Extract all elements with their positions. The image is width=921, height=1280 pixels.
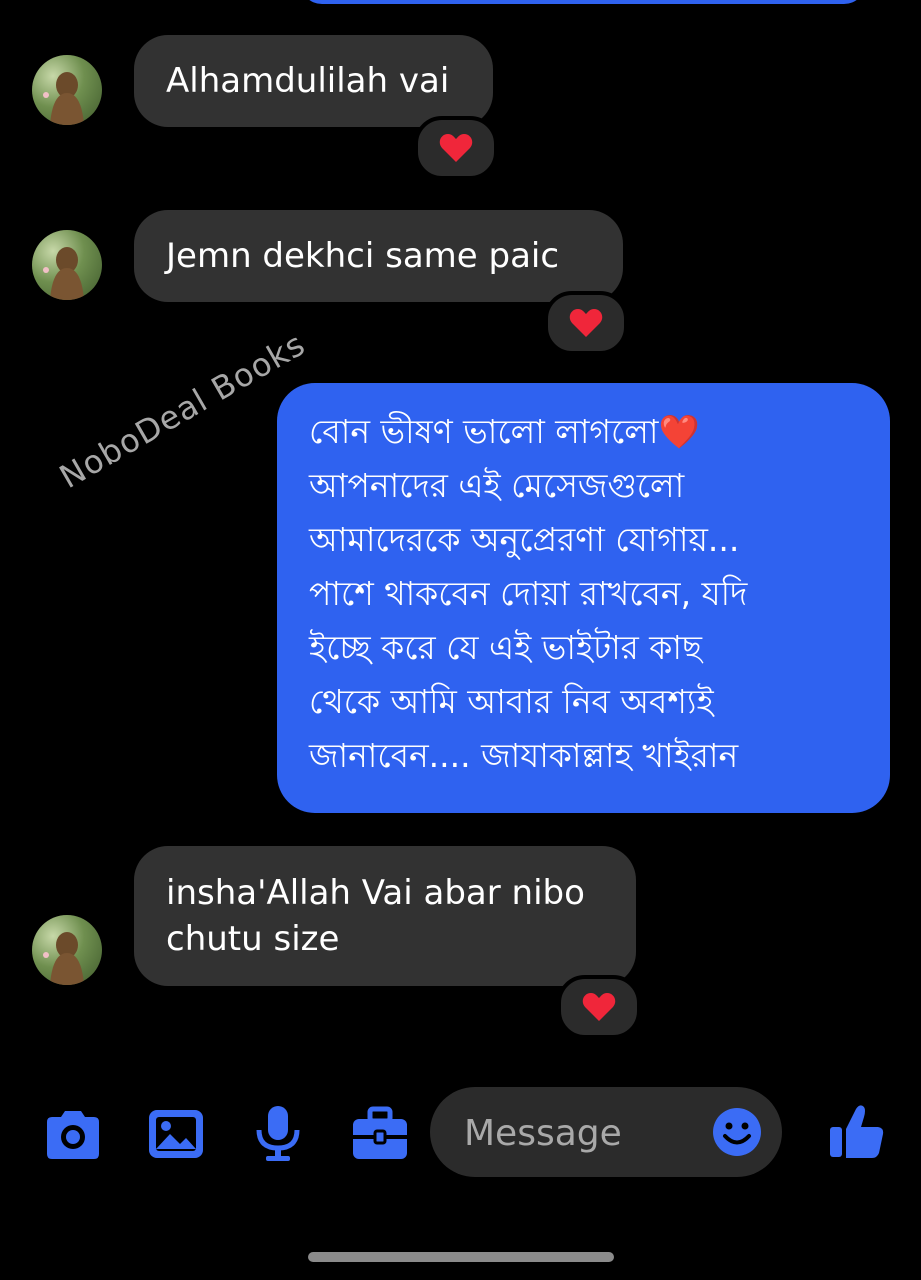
incoming-message-bubble[interactable]: Jemn dekhci same paic (134, 210, 623, 302)
briefcase-icon[interactable] (350, 1104, 410, 1164)
message-input[interactable] (462, 1107, 706, 1159)
heart-reaction[interactable] (414, 116, 498, 180)
heart-reaction[interactable] (544, 291, 628, 355)
incoming-message-bubble[interactable]: Alhamdulilah vai (134, 35, 493, 127)
avatar[interactable] (32, 230, 102, 300)
watermark-text: NoboDeal Books (53, 324, 312, 496)
heart-icon (569, 309, 603, 337)
outgoing-message-bubble[interactable]: বোন ভীষণ ভালো লাগলো❤️ আপনাদের এই মেসেজগু… (277, 383, 890, 813)
microphone-icon[interactable] (248, 1104, 308, 1164)
heart-icon (582, 993, 616, 1021)
avatar-image (43, 247, 84, 300)
heart-icon (439, 134, 473, 162)
emoji-icon[interactable] (712, 1107, 762, 1157)
avatar-image (43, 72, 84, 125)
message-text: Alhamdulilah vai (166, 61, 450, 101)
avatar[interactable] (32, 55, 102, 125)
incoming-message-bubble[interactable]: insha'Allah Vai abar nibo chutu size (134, 846, 636, 986)
message-text: Jemn dekhci same paic (166, 236, 560, 276)
message-composer[interactable] (430, 1087, 782, 1177)
previous-outgoing-bubble (300, 0, 866, 4)
avatar-image (43, 932, 84, 985)
image-icon[interactable] (146, 1104, 206, 1164)
heart-reaction[interactable] (557, 975, 641, 1039)
message-text: insha'Allah Vai abar nibo chutu size (166, 873, 585, 959)
thumbs-up-icon[interactable] (826, 1101, 886, 1161)
home-indicator[interactable] (308, 1252, 614, 1262)
avatar[interactable] (32, 915, 102, 985)
camera-icon[interactable] (43, 1104, 103, 1164)
